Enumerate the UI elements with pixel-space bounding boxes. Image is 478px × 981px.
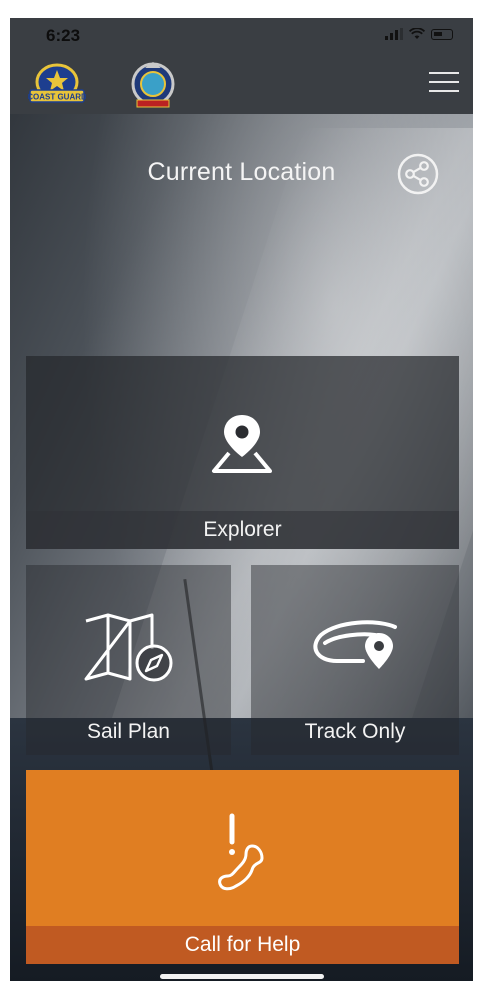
call-for-help-button[interactable]: Call for Help — [26, 770, 459, 964]
call-for-help-label: Call for Help — [26, 926, 459, 964]
phone-alert-icon — [218, 813, 264, 891]
coast-guard-logo: COAST GUARD — [28, 63, 86, 103]
emblem-logo — [131, 62, 175, 108]
track-route-icon — [313, 620, 397, 669]
home-indicator[interactable] — [160, 974, 324, 979]
explorer-label: Explorer — [26, 511, 459, 549]
app-header: COAST GUARD — [10, 56, 473, 114]
phone-screen: 6:23 COAST GUARD Current Location Explor… — [10, 18, 473, 981]
signal-icon — [385, 28, 403, 40]
share-icon[interactable] — [396, 152, 440, 196]
hamburger-menu-icon[interactable] — [429, 72, 459, 96]
battery-icon — [431, 28, 453, 40]
wifi-icon — [409, 28, 425, 39]
track-only-label: Track Only — [304, 720, 406, 743]
sail-plan-label: Sail Plan — [87, 720, 170, 743]
sail-plan-tile[interactable]: Sail Plan — [26, 565, 231, 755]
status-time: 6:23 — [46, 26, 81, 45]
explorer-tile[interactable]: Explorer — [26, 356, 459, 549]
map-compass-icon — [84, 613, 173, 682]
track-only-tile[interactable]: Track Only — [251, 565, 459, 755]
coast-guard-logo-text: COAST GUARD — [28, 93, 86, 102]
status-icons — [385, 28, 453, 40]
map-pin-icon — [212, 415, 272, 473]
status-bar: 6:23 — [10, 18, 473, 56]
